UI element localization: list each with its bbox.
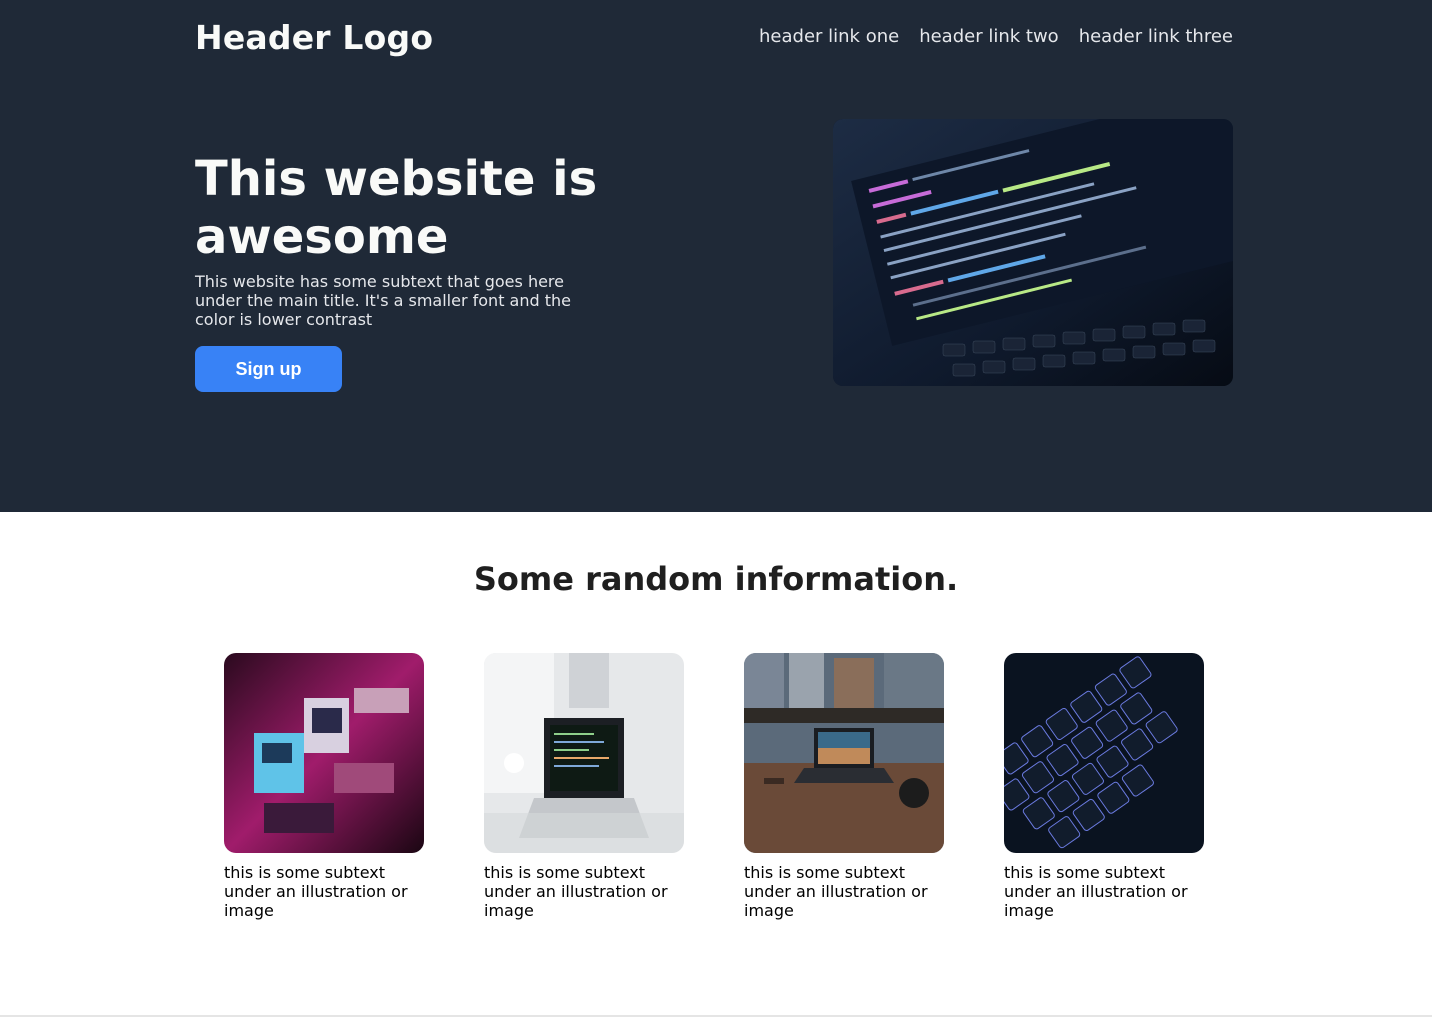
header-link-three[interactable]: header link three bbox=[1079, 26, 1233, 47]
card-caption: this is some subtext under an illustrati… bbox=[744, 863, 928, 920]
header-logo[interactable]: Header Logo bbox=[195, 18, 433, 57]
sign-up-button[interactable]: Sign up bbox=[195, 346, 342, 392]
hero-section: Header Logo header link one header link … bbox=[0, 0, 1432, 512]
info-card: this is some subtext under an illustrati… bbox=[1004, 653, 1204, 920]
info-card: this is some subtext under an illustrati… bbox=[484, 653, 684, 920]
code-on-laptop-image bbox=[833, 119, 1233, 386]
hero-title: This website is awesome bbox=[195, 151, 598, 265]
info-card: this is some subtext under an illustrati… bbox=[744, 653, 944, 920]
hero-subtext: This website has some subtext that goes … bbox=[195, 272, 571, 329]
keyboard-closeup-image bbox=[1004, 653, 1204, 853]
retro-computers-image bbox=[224, 653, 424, 853]
header-link-two[interactable]: header link two bbox=[919, 26, 1058, 47]
footer-divider bbox=[0, 1015, 1432, 1017]
header-link-one[interactable]: header link one bbox=[759, 26, 899, 47]
card-caption: this is some subtext under an illustrati… bbox=[1004, 863, 1188, 920]
card-caption: this is some subtext under an illustrati… bbox=[484, 863, 668, 920]
header-nav: header link one header link two header l… bbox=[759, 26, 1233, 47]
info-card: this is some subtext under an illustrati… bbox=[224, 653, 424, 920]
info-title: Some random information. bbox=[473, 560, 959, 598]
card-caption: this is some subtext under an illustrati… bbox=[224, 863, 408, 920]
laptop-city-window-image bbox=[744, 653, 944, 853]
laptop-desk-image bbox=[484, 653, 684, 853]
